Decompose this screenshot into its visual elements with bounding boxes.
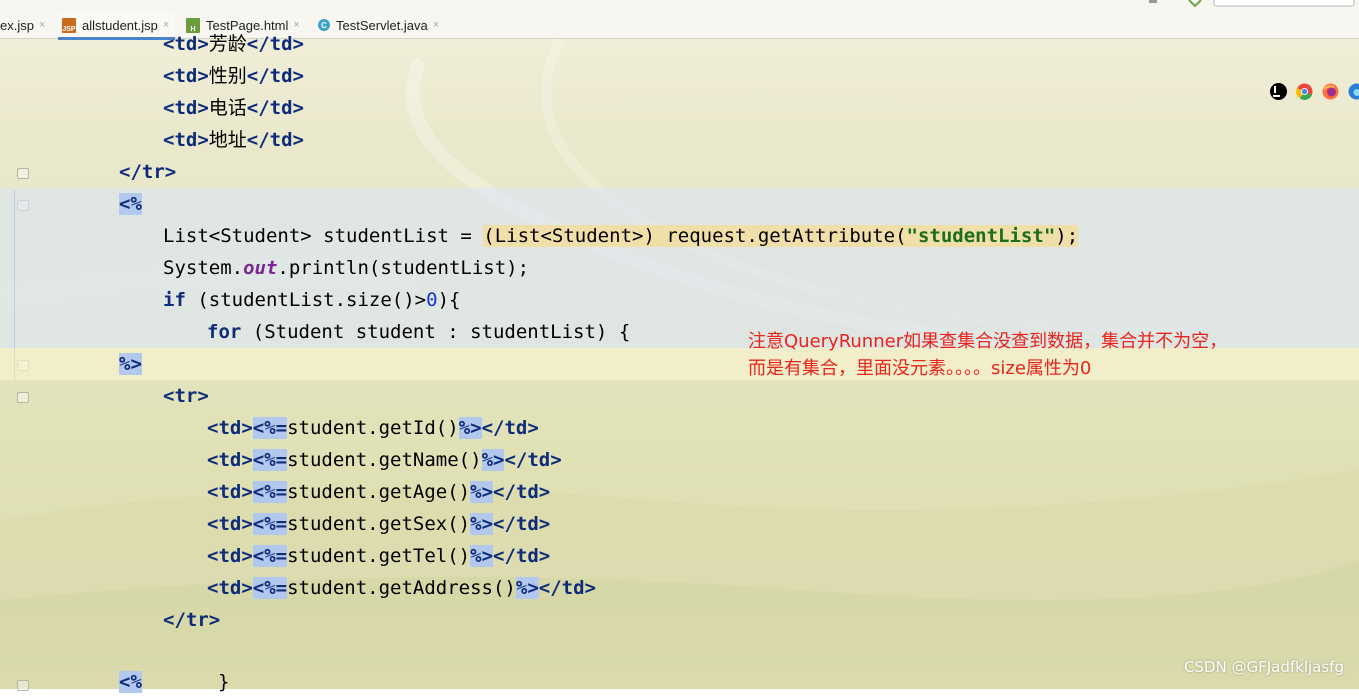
jsp-expression-open: <%= [253, 449, 287, 471]
code-line[interactable]: </tr> [0, 604, 1359, 636]
cell-text: 地址 [209, 129, 247, 151]
code-line[interactable]: <td>性别</td> [0, 60, 1359, 92]
jsp-expression-close: %> [482, 449, 505, 471]
code-line[interactable]: <td><%=student.getTel()%></td> [0, 540, 1359, 572]
annotation-note: 注意QueryRunner如果查集合没查到数据，集合并不为空， 而是有集合，里面… [748, 328, 1227, 382]
browser-preview-bar [1270, 83, 1359, 100]
code-line[interactable]: <td><%=student.getName()%></td> [0, 444, 1359, 476]
jsp-scriptlet-open: <% [119, 193, 142, 215]
td-close-tag: </td> [247, 97, 304, 119]
td-open-tag: <td> [207, 481, 253, 503]
jsp-expression-open: <%= [253, 577, 287, 599]
td-close-tag: </td> [539, 577, 596, 599]
td-open-tag: <td> [163, 65, 209, 87]
tr-close-tag: </tr> [163, 609, 220, 631]
edge-icon[interactable] [1348, 83, 1359, 100]
td-close-tag: </td> [493, 545, 550, 567]
td-close-tag: </td> [504, 449, 561, 471]
code-line[interactable]: </tr> [0, 156, 1359, 188]
jsp-expression-close: %> [459, 417, 482, 439]
code-line[interactable]: <tr> [0, 380, 1359, 412]
tr-open-tag: <tr> [163, 385, 209, 407]
td-open-tag: <td> [163, 97, 209, 119]
code-line[interactable]: <td>芳龄</td> [0, 28, 1359, 60]
jsp-scriptlet-close: %> [119, 353, 142, 375]
code-text: (studentList.size()> [186, 289, 426, 311]
code-line[interactable]: <td><%=student.getSex()%></td> [0, 508, 1359, 540]
td-close-tag: </td> [247, 65, 304, 87]
code-text: ){ [438, 289, 461, 311]
td-close-tag: </td> [493, 481, 550, 503]
td-close-tag: </td> [247, 129, 304, 151]
code-line[interactable]: <td><%=student.getAge()%></td> [0, 476, 1359, 508]
keyword: for [207, 321, 241, 343]
jsp-expression-open: <%= [253, 545, 287, 567]
code-text: List<Student> studentList = [163, 225, 483, 247]
code-text: .println(studentList); [277, 257, 529, 279]
code-line[interactable]: <td><%=student.getAddress()%></td> [0, 572, 1359, 604]
td-open-tag: <td> [207, 449, 253, 471]
cell-text: 电话 [209, 97, 247, 119]
td-open-tag: <td> [163, 129, 209, 151]
closing-brace: } [218, 671, 229, 693]
run-configuration-widget[interactable] [1139, 0, 1359, 8]
string-literal: "studentList" [907, 225, 1056, 247]
csdn-watermark: CSDN @GFJadfkljasfg [1184, 658, 1344, 676]
jsp-expression-close: %> [470, 481, 493, 503]
expression-text: student.getName() [287, 449, 481, 471]
firefox-icon[interactable] [1322, 83, 1339, 100]
td-open-tag: <td> [163, 33, 209, 55]
jsp-expression-open: <%= [253, 417, 287, 439]
jsp-expression-open: <%= [253, 481, 287, 503]
keyword: if [163, 289, 186, 311]
static-field: out [243, 257, 277, 279]
code-line[interactable]: <td>地址</td> [0, 124, 1359, 156]
annotation-line-1: 注意QueryRunner如果查集合没查到数据，集合并不为空， [748, 331, 1227, 352]
code-line[interactable]: List<Student> studentList = (List<Studen… [0, 220, 1359, 252]
jsp-expression-close: %> [470, 513, 493, 535]
td-open-tag: <td> [207, 417, 253, 439]
expression-text: student.getSex() [287, 513, 470, 535]
cast-expression: (List<Student>) request.getAttribute( [483, 225, 906, 247]
code-line[interactable]: <% } [0, 666, 1359, 698]
cell-text: 性别 [209, 65, 247, 87]
expression-text: student.getTel() [287, 545, 470, 567]
annotation-line-2: 而是有集合，里面没元素。。。。size属性为0 [748, 358, 1091, 379]
code-line[interactable]: <td>电话</td> [0, 92, 1359, 124]
expression-text: student.getAddress() [287, 577, 516, 599]
jsp-expression-open: <%= [253, 513, 287, 535]
code-text: ); [1055, 225, 1078, 247]
intellij-icon[interactable] [1270, 83, 1287, 100]
td-close-tag: </td> [247, 33, 304, 55]
cell-text: 芳龄 [209, 33, 247, 55]
td-open-tag: <td> [207, 513, 253, 535]
expression-text: student.getId() [287, 417, 459, 439]
jsp-expression-close: %> [470, 545, 493, 567]
td-open-tag: <td> [207, 577, 253, 599]
td-open-tag: <td> [207, 545, 253, 567]
code-line[interactable]: System.out.println(studentList); [0, 252, 1359, 284]
expression-text: student.getAge() [287, 481, 470, 503]
chrome-icon[interactable] [1296, 83, 1313, 100]
code-line[interactable]: <td><%=student.getId()%></td> [0, 412, 1359, 444]
code-text: (Student student : studentList) { [241, 321, 630, 343]
jsp-scriptlet-open: <% [119, 671, 142, 693]
jsp-expression-close: %> [516, 577, 539, 599]
tr-close-tag: </tr> [119, 161, 176, 183]
code-line[interactable]: if (studentList.size()>0){ [0, 284, 1359, 316]
code-line[interactable]: <% [0, 188, 1359, 220]
number-literal: 0 [426, 289, 437, 311]
td-close-tag: </td> [482, 417, 539, 439]
code-text: System. [163, 257, 243, 279]
td-close-tag: </td> [493, 513, 550, 535]
